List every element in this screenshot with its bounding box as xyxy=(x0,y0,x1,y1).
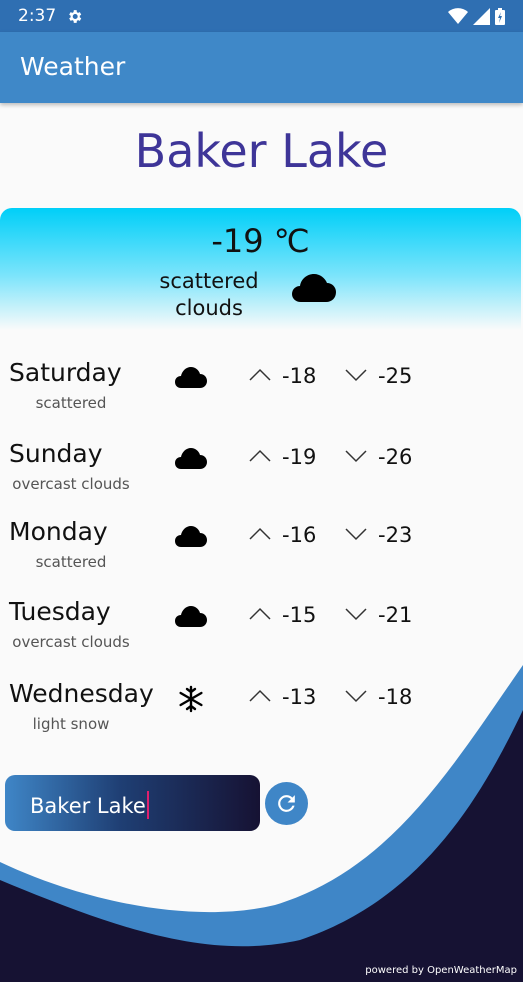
forecast-description: overcast clouds xyxy=(12,475,130,493)
forecast-row: Wednesday light snow -13 -18 xyxy=(0,679,523,749)
city-search-input[interactable]: Baker Lake xyxy=(5,775,260,831)
settings-gear-icon xyxy=(66,8,83,29)
forecast-row: Tuesday overcast clouds -15 -21 xyxy=(0,597,523,667)
wifi-icon xyxy=(447,8,468,24)
chevron-down-icon xyxy=(345,608,367,621)
forecast-row: Monday scattered -16 -23 xyxy=(0,517,523,587)
forecast-description: scattered xyxy=(35,553,107,571)
forecast-low: -26 xyxy=(378,445,413,469)
current-temperature: -19 ℃ xyxy=(211,222,310,260)
current-description: scattered clouds xyxy=(140,268,278,322)
forecast-high: -19 xyxy=(282,445,317,469)
forecast-day: Wednesday xyxy=(9,679,154,708)
forecast-day: Monday xyxy=(9,517,108,546)
chevron-up-icon xyxy=(249,368,271,381)
forecast-description: scattered xyxy=(35,394,107,412)
battery-icon xyxy=(495,8,505,25)
text-caret xyxy=(146,791,149,819)
forecast-high: -13 xyxy=(282,685,317,709)
forecast-description: overcast clouds xyxy=(12,633,130,651)
cloud-icon xyxy=(175,367,207,388)
snowflake-icon xyxy=(179,685,203,713)
current-description-line1: scattered xyxy=(159,269,259,293)
cloud-icon xyxy=(292,274,336,302)
cloud-icon xyxy=(175,606,207,627)
forecast-low: -21 xyxy=(378,603,413,627)
forecast-low: -23 xyxy=(378,523,413,547)
forecast-low: -25 xyxy=(378,364,413,388)
chevron-up-icon xyxy=(249,449,271,462)
powered-by-text: powered by OpenWeatherMap xyxy=(365,965,517,976)
forecast-low: -18 xyxy=(378,685,413,709)
app-title: Weather xyxy=(20,52,126,81)
chevron-down-icon xyxy=(345,369,367,382)
status-time: 2:37 xyxy=(18,6,57,26)
cloud-icon xyxy=(175,448,207,469)
cloud-icon xyxy=(175,526,207,547)
refresh-icon xyxy=(278,795,295,812)
city-search-value: Baker Lake xyxy=(30,794,146,818)
forecast-high: -16 xyxy=(282,523,317,547)
chevron-down-icon xyxy=(345,528,367,541)
city-name: Baker Lake xyxy=(134,124,389,178)
chevron-down-icon xyxy=(345,690,367,703)
forecast-day: Sunday xyxy=(9,439,103,468)
chevron-up-icon xyxy=(249,527,271,540)
forecast-row: Saturday scattered -18 -25 xyxy=(0,358,523,428)
app-bar: Weather xyxy=(0,32,523,103)
current-description-line2: clouds xyxy=(175,296,243,320)
forecast-day: Saturday xyxy=(9,358,122,387)
status-bar: 2:37 xyxy=(0,0,523,32)
forecast-high: -15 xyxy=(282,603,317,627)
cell-signal-icon xyxy=(472,8,490,25)
refresh-button[interactable] xyxy=(265,782,308,825)
forecast-description: light snow xyxy=(32,715,110,733)
forecast-row: Sunday overcast clouds -19 -26 xyxy=(0,439,523,509)
current-weather-panel: -19 ℃ scattered clouds xyxy=(0,208,521,330)
chevron-up-icon xyxy=(249,689,271,702)
forecast-day: Tuesday xyxy=(9,597,111,626)
forecast-high: -18 xyxy=(282,364,317,388)
chevron-up-icon xyxy=(249,607,271,620)
chevron-down-icon xyxy=(345,450,367,463)
